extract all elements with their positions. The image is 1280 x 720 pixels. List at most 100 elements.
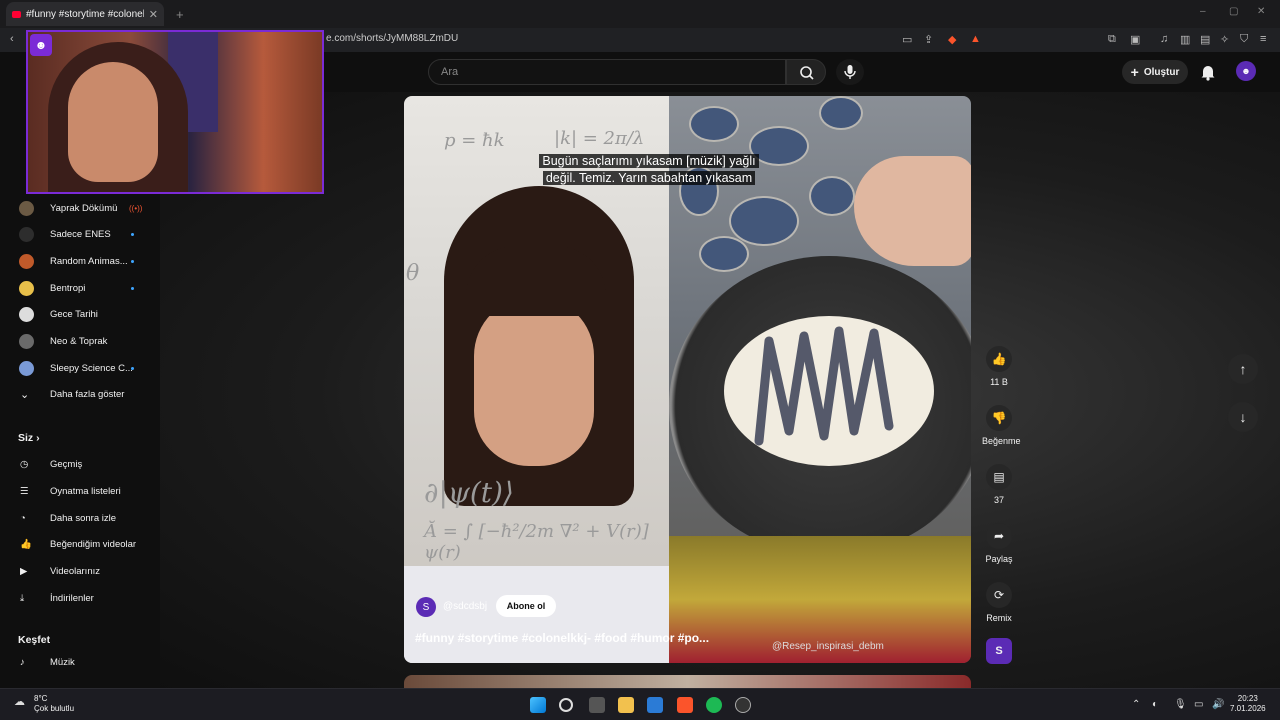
sound-source-avatar[interactable]: S xyxy=(986,638,1012,664)
thumbs-up-icon: 👍 xyxy=(991,352,1007,366)
sidebar-show-more[interactable]: ⌄ Daha fazla göster xyxy=(0,381,160,407)
notifications-button[interactable] xyxy=(1198,62,1218,82)
dislike-action[interactable]: 👎 Beğenme xyxy=(982,405,1021,446)
next-short-button[interactable]: ↓ xyxy=(1228,402,1258,432)
sidebar-item-your-videos[interactable]: ▶ Videolarınız xyxy=(0,558,160,584)
url-field[interactable]: e.com/shorts/JyMM88LZmDU xyxy=(326,33,458,44)
new-tab-icon[interactable]: + xyxy=(176,7,184,22)
clock-icon: ◔ xyxy=(20,512,26,524)
search-input[interactable]: Ara xyxy=(428,59,786,85)
short-title[interactable]: #funny #storytime #colonelkkj- #food #hu… xyxy=(415,631,709,645)
media-icon[interactable]: ♫ xyxy=(1160,33,1168,45)
remix-action[interactable]: ⟳ Remix xyxy=(982,582,1016,623)
sidebar-item-playlists[interactable]: ☰ Oynatma listeleri xyxy=(0,478,160,504)
brave-shield-icon[interactable]: ◆ xyxy=(948,33,956,46)
screenshot-icon[interactable]: ▣ xyxy=(1130,33,1140,46)
menu-icon[interactable]: ≡ xyxy=(1260,33,1266,45)
weather-widget[interactable]: ☁ 8°C Çok bulutlu xyxy=(12,694,74,714)
share-page-icon[interactable]: ⇪ xyxy=(924,33,933,46)
stone xyxy=(699,236,749,272)
create-button[interactable]: + Oluştur xyxy=(1122,60,1188,84)
search-icon xyxy=(800,66,814,80)
spotify-icon[interactable] xyxy=(706,697,722,713)
sidebar-item-music[interactable]: ♪ Müzik xyxy=(0,649,160,675)
close-tab-icon[interactable]: ✕ xyxy=(149,8,158,21)
leo-ai-icon[interactable]: ✧ xyxy=(1220,33,1229,46)
arrow-up-icon: ↑ xyxy=(1239,361,1247,377)
mail-icon[interactable] xyxy=(647,697,663,713)
dislike-button[interactable]: 👎 xyxy=(986,405,1012,431)
previous-short-button[interactable]: ↑ xyxy=(1228,354,1258,384)
back-icon[interactable]: ‹ xyxy=(10,33,14,45)
stone xyxy=(819,96,863,130)
like-action[interactable]: 👍 11 B xyxy=(982,346,1016,387)
windows-start-icon[interactable] xyxy=(530,697,546,713)
task-view-icon[interactable] xyxy=(589,697,605,713)
sidebar-item-subscription[interactable]: Random Animas... xyxy=(0,248,160,274)
channel-name[interactable]: @sdcdsbj xyxy=(443,601,487,612)
system-clock[interactable]: 20:23 7.01.2026 xyxy=(1230,694,1266,714)
next-short-preview[interactable] xyxy=(404,675,971,688)
microphone-icon[interactable]: 🎙 xyxy=(1174,699,1187,710)
sidebar-item-downloads[interactable]: ⤓ İndirilenler xyxy=(0,585,160,611)
voice-search-button[interactable] xyxy=(836,59,864,85)
math-decoration: p = ħk xyxy=(444,130,505,151)
share-action[interactable]: ➦ Paylaş xyxy=(982,523,1016,564)
show-more-label: Daha fazla göster xyxy=(50,388,125,400)
network-icon[interactable]: ▭ xyxy=(1194,699,1203,710)
rewards-icon[interactable]: ▲ xyxy=(970,33,981,45)
arrow-down-icon: ↓ xyxy=(1239,409,1247,425)
sidebar-item-subscription[interactable]: Yaprak Dökümü ((•)) xyxy=(0,195,160,221)
math-decoration: θ xyxy=(406,261,420,286)
search-button[interactable] xyxy=(786,59,826,85)
sidebar-item-label: Videolarınız xyxy=(50,565,100,577)
maximize-icon[interactable]: ▢ xyxy=(1229,6,1238,17)
sidebar-toggle-icon[interactable]: ▥ xyxy=(1180,33,1190,46)
close-window-icon[interactable]: ✕ xyxy=(1257,6,1265,17)
remix-label: Remix xyxy=(986,613,1012,623)
math-decoration: |k| = 2π/λ xyxy=(554,128,645,149)
vpn-icon[interactable]: ⛉ xyxy=(1240,33,1248,46)
sidebar-item-subscription[interactable]: Sleepy Science C... xyxy=(0,355,160,381)
mic-icon xyxy=(844,65,856,79)
sidebar-item-subscription[interactable]: Neo & Toprak xyxy=(0,328,160,354)
cast-icon[interactable]: ▭ xyxy=(902,33,912,46)
comments-action[interactable]: ▤ 37 xyxy=(982,464,1016,505)
browser-tab[interactable]: #funny #storytime #colonelk ✕ xyxy=(6,2,164,26)
sidebar-item-subscription[interactable]: Bentropi xyxy=(0,275,160,301)
tray-app-icon[interactable]: ◐ xyxy=(1152,699,1158,710)
sidebar-item-watch-later[interactable]: ◔ Daha sonra izle xyxy=(0,505,160,531)
channel-avatar[interactable]: S xyxy=(416,597,436,617)
batter-drizzle xyxy=(754,326,894,446)
extensions-icon[interactable]: ⧉ xyxy=(1108,33,1116,46)
caption-line-1: Bugün saçlarımı yıkasam [müzik] yağlı xyxy=(539,154,759,168)
like-button[interactable]: 👍 xyxy=(986,346,1012,372)
comment-icon: ▤ xyxy=(993,470,1005,484)
search-icon[interactable] xyxy=(559,698,573,712)
sidebar-item-history[interactable]: ◷ Geçmiş xyxy=(0,451,160,477)
share-icon: ➦ xyxy=(993,529,1005,543)
share-button[interactable]: ➦ xyxy=(986,523,1012,549)
you-section-title[interactable]: Siz › xyxy=(18,432,40,444)
short-video-player[interactable]: p = ħk |k| = 2π/λ θ ∂|ψ(t)⟩ Ă = ∫ [−ħ²/2… xyxy=(404,96,971,663)
sidebar-item-subscription[interactable]: Sadece ENES xyxy=(0,221,160,247)
remix-button[interactable]: ⟳ xyxy=(986,582,1012,608)
stone xyxy=(689,106,739,142)
file-explorer-icon[interactable] xyxy=(618,697,634,713)
volume-icon[interactable]: 🔊 xyxy=(1212,699,1224,710)
sidebar-item-label: Bentropi xyxy=(50,282,86,294)
subscribe-button[interactable]: Abone ol xyxy=(496,595,556,617)
sidebar-item-liked-videos[interactable]: 👍 Beğendiğim videolar xyxy=(0,531,160,557)
brave-browser-icon[interactable] xyxy=(677,697,693,713)
clock-date: 7.01.2026 xyxy=(1230,704,1266,713)
app-icon[interactable] xyxy=(735,697,751,713)
sidebar-item-label: Geçmiş xyxy=(50,458,83,470)
video-icon: ▶ xyxy=(20,565,28,577)
account-avatar[interactable]: ☻ xyxy=(1236,61,1256,81)
chevron-up-icon[interactable]: ⌃ xyxy=(1132,699,1140,710)
sidebar-item-subscription[interactable]: Gece Tarihi xyxy=(0,301,160,327)
minimize-icon[interactable]: – xyxy=(1200,6,1206,17)
channel-avatar xyxy=(19,200,34,216)
wallet-icon[interactable]: ▤ xyxy=(1200,33,1210,46)
comments-button[interactable]: ▤ xyxy=(986,464,1012,490)
